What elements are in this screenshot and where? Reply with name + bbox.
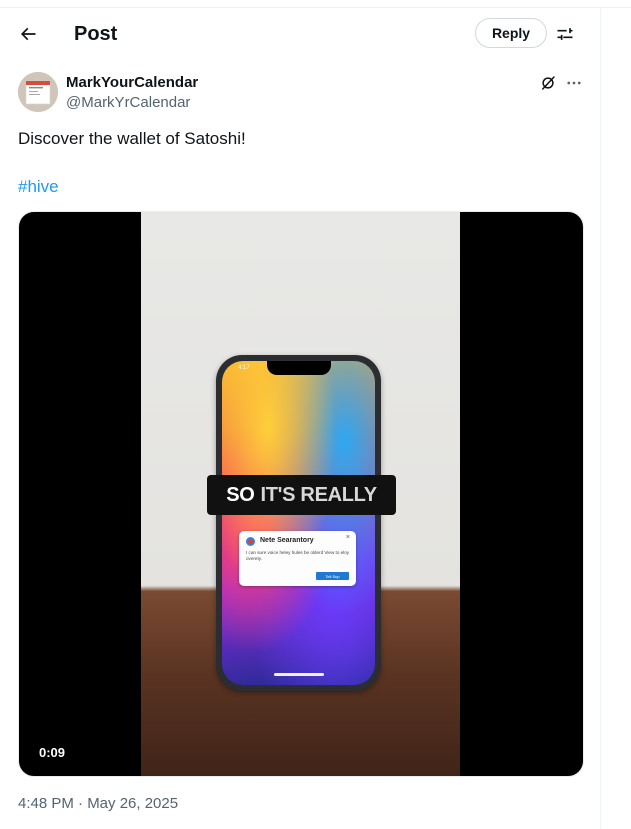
caption-word-1: SO [226, 483, 255, 506]
hashtag-link[interactable]: #hive [18, 176, 59, 198]
post-text: Discover the wallet of Satoshi! [18, 129, 246, 148]
phone-image: 4:17 [216, 355, 381, 691]
notification-app-icon [246, 537, 255, 546]
phone-notification: Nete Searantory × I can sure voice heley… [239, 531, 356, 586]
settings-button[interactable] [554, 23, 576, 45]
post-page: Post Reply MarkYourCalendar @MarkYrCalen… [0, 0, 631, 829]
author-name[interactable]: MarkYourCalendar [66, 74, 198, 92]
phone-clock: 4:17 [238, 365, 250, 371]
sliders-icon [557, 28, 573, 40]
column-divider [600, 7, 601, 829]
calendar-icon [18, 72, 58, 112]
notification-button: Tell Sup [316, 572, 349, 580]
phone-home-bar [274, 673, 324, 676]
post-timestamp[interactable]: 4:48 PM · May 26, 2025 [18, 795, 178, 813]
caption-word-2: IT'S REALLY [260, 483, 378, 506]
back-arrow-icon [20, 27, 36, 41]
video-caption: SO IT'S REALLY [207, 475, 396, 515]
video-duration: 0:09 [39, 745, 66, 760]
video-player[interactable]: 4:17 SO IT'S REALLY Nete Searantory × I … [18, 211, 584, 777]
more-dots-icon [567, 81, 581, 85]
reply-button[interactable]: Reply [475, 18, 547, 48]
phone-notch [267, 361, 331, 375]
back-button[interactable] [12, 18, 44, 50]
grok-icon [542, 76, 555, 90]
page-title: Post [74, 23, 118, 45]
close-icon: × [345, 534, 350, 541]
notification-body: I can sure voice heley hules be olderd V… [246, 550, 350, 561]
more-button[interactable] [564, 73, 584, 93]
avatar[interactable] [18, 72, 58, 112]
author-handle[interactable]: @MarkYrCalendar [66, 94, 190, 112]
post-header: Post Reply [0, 8, 600, 60]
video-frame: 4:17 SO IT'S REALLY Nete Searantory × I … [141, 212, 460, 776]
phone-screen: 4:17 [222, 361, 375, 685]
notification-title: Nete Searantory [260, 537, 314, 544]
grok-button[interactable] [538, 73, 558, 93]
